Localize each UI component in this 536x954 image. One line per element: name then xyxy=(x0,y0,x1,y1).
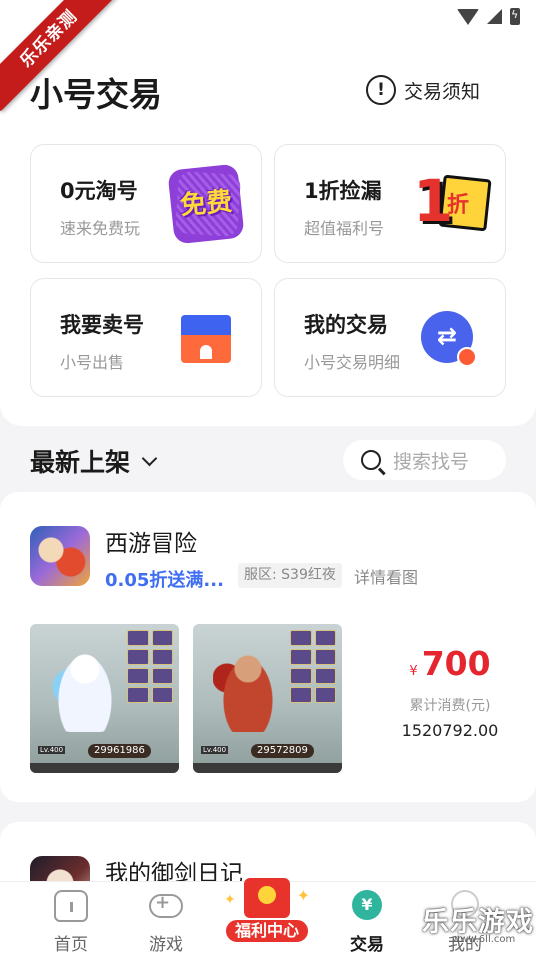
discount-badge-text: 折 xyxy=(447,193,470,218)
card-title: 1折捡漏 xyxy=(304,179,382,203)
hud-bar xyxy=(30,763,179,773)
tab-label: 游戏 xyxy=(149,935,183,954)
price-value: 700 xyxy=(421,644,491,683)
free-badge-icon: 免费 xyxy=(165,163,247,245)
screenshot-thumbnail[interactable]: Lv.400 29572809 xyxy=(193,624,342,773)
tab-home[interactable]: 首页 xyxy=(26,882,116,954)
character-art xyxy=(213,642,283,732)
tab-trade[interactable]: ¥ 交易 xyxy=(322,882,412,954)
hud-bar xyxy=(193,763,342,773)
welfare-center-label: 福利中心 xyxy=(224,918,310,944)
swap-icon: ⇄ xyxy=(421,311,477,367)
welfare-center-button[interactable]: ✦ ✦ 福利中心 xyxy=(224,870,310,950)
combat-power: 29572809 xyxy=(251,744,314,758)
game-name: 西游冒险 xyxy=(105,531,197,557)
tab-label: 首页 xyxy=(54,935,88,954)
card-title: 0元淘号 xyxy=(60,179,138,203)
price: ¥ 700 xyxy=(380,644,520,683)
level-label: Lv.400 xyxy=(38,746,66,754)
combat-power: 29961986 xyxy=(88,744,151,758)
card-subtitle: 速来免费玩 xyxy=(60,219,141,238)
card-discount-deals[interactable]: 1折捡漏 超值福利号 1 折 xyxy=(274,144,506,263)
search-input[interactable]: 搜索找号 xyxy=(343,440,506,480)
screenshot-thumbnail[interactable]: Lv.400 29961986 xyxy=(30,624,179,773)
level-label: Lv.400 xyxy=(201,746,229,754)
sparkle-icon: ✦ xyxy=(224,892,236,908)
gamepad-icon xyxy=(149,892,183,918)
wifi-icon xyxy=(457,8,479,25)
card-free-account[interactable]: 0元淘号 速来免费玩 免费 xyxy=(30,144,262,263)
exclamation-circle-icon: ! xyxy=(366,75,396,105)
price-symbol: ¥ xyxy=(409,664,418,679)
section-title: 最新上架 xyxy=(30,448,131,477)
listing-card[interactable]: 西游冒险 0.05折送满... 服区: S39红夜 详情看图 Lv.400 29… xyxy=(0,492,536,802)
detail-link: 详情看图 xyxy=(354,568,419,587)
signal-icon xyxy=(487,9,502,24)
chevron-down-icon xyxy=(141,450,158,466)
equipment-slots xyxy=(290,630,336,703)
trade-icon: ¥ xyxy=(352,890,382,920)
trade-notice-button[interactable]: ! 交易须知 xyxy=(366,74,480,106)
free-badge-text: 免费 xyxy=(178,186,234,222)
watermark-url: www.6ll.com xyxy=(452,934,516,945)
card-subtitle: 超值福利号 xyxy=(304,219,385,238)
coin-icon xyxy=(258,886,276,904)
search-placeholder: 搜索找号 xyxy=(393,450,470,473)
promo-text: 0.05折送满... xyxy=(105,570,224,591)
search-icon xyxy=(361,450,381,470)
home-icon xyxy=(54,890,88,922)
game-icon xyxy=(30,526,90,586)
card-subtitle: 小号出售 xyxy=(60,353,125,372)
card-my-trades[interactable]: 我的交易 小号交易明细 ⇄ xyxy=(274,278,506,397)
card-subtitle: 小号交易明细 xyxy=(304,353,401,372)
battery-icon xyxy=(510,8,520,25)
store-icon xyxy=(181,315,231,363)
price-box: ¥ 700 累计消费(元) 1520792.00 xyxy=(380,644,520,740)
character-art xyxy=(50,642,120,732)
tab-label: 交易 xyxy=(350,935,384,954)
page-title: 小号交易 xyxy=(30,75,162,114)
sparkle-icon: ✦ xyxy=(296,886,310,905)
card-title: 我要卖号 xyxy=(60,313,144,337)
card-sell-account[interactable]: 我要卖号 小号出售 xyxy=(30,278,262,397)
spent-value: 1520792.00 xyxy=(401,721,499,740)
status-icons xyxy=(457,8,520,25)
card-title: 我的交易 xyxy=(304,313,388,337)
equipment-slots xyxy=(127,630,173,703)
sort-dropdown[interactable]: 最新上架 xyxy=(30,443,158,479)
trade-notice-label: 交易须知 xyxy=(404,80,481,103)
discount-badge-icon: 1 折 xyxy=(411,169,492,239)
tab-games[interactable]: 游戏 xyxy=(121,882,211,954)
spent-label: 累计消费(元) xyxy=(409,698,491,714)
server-tag: 服区: S39红夜 xyxy=(238,563,342,588)
